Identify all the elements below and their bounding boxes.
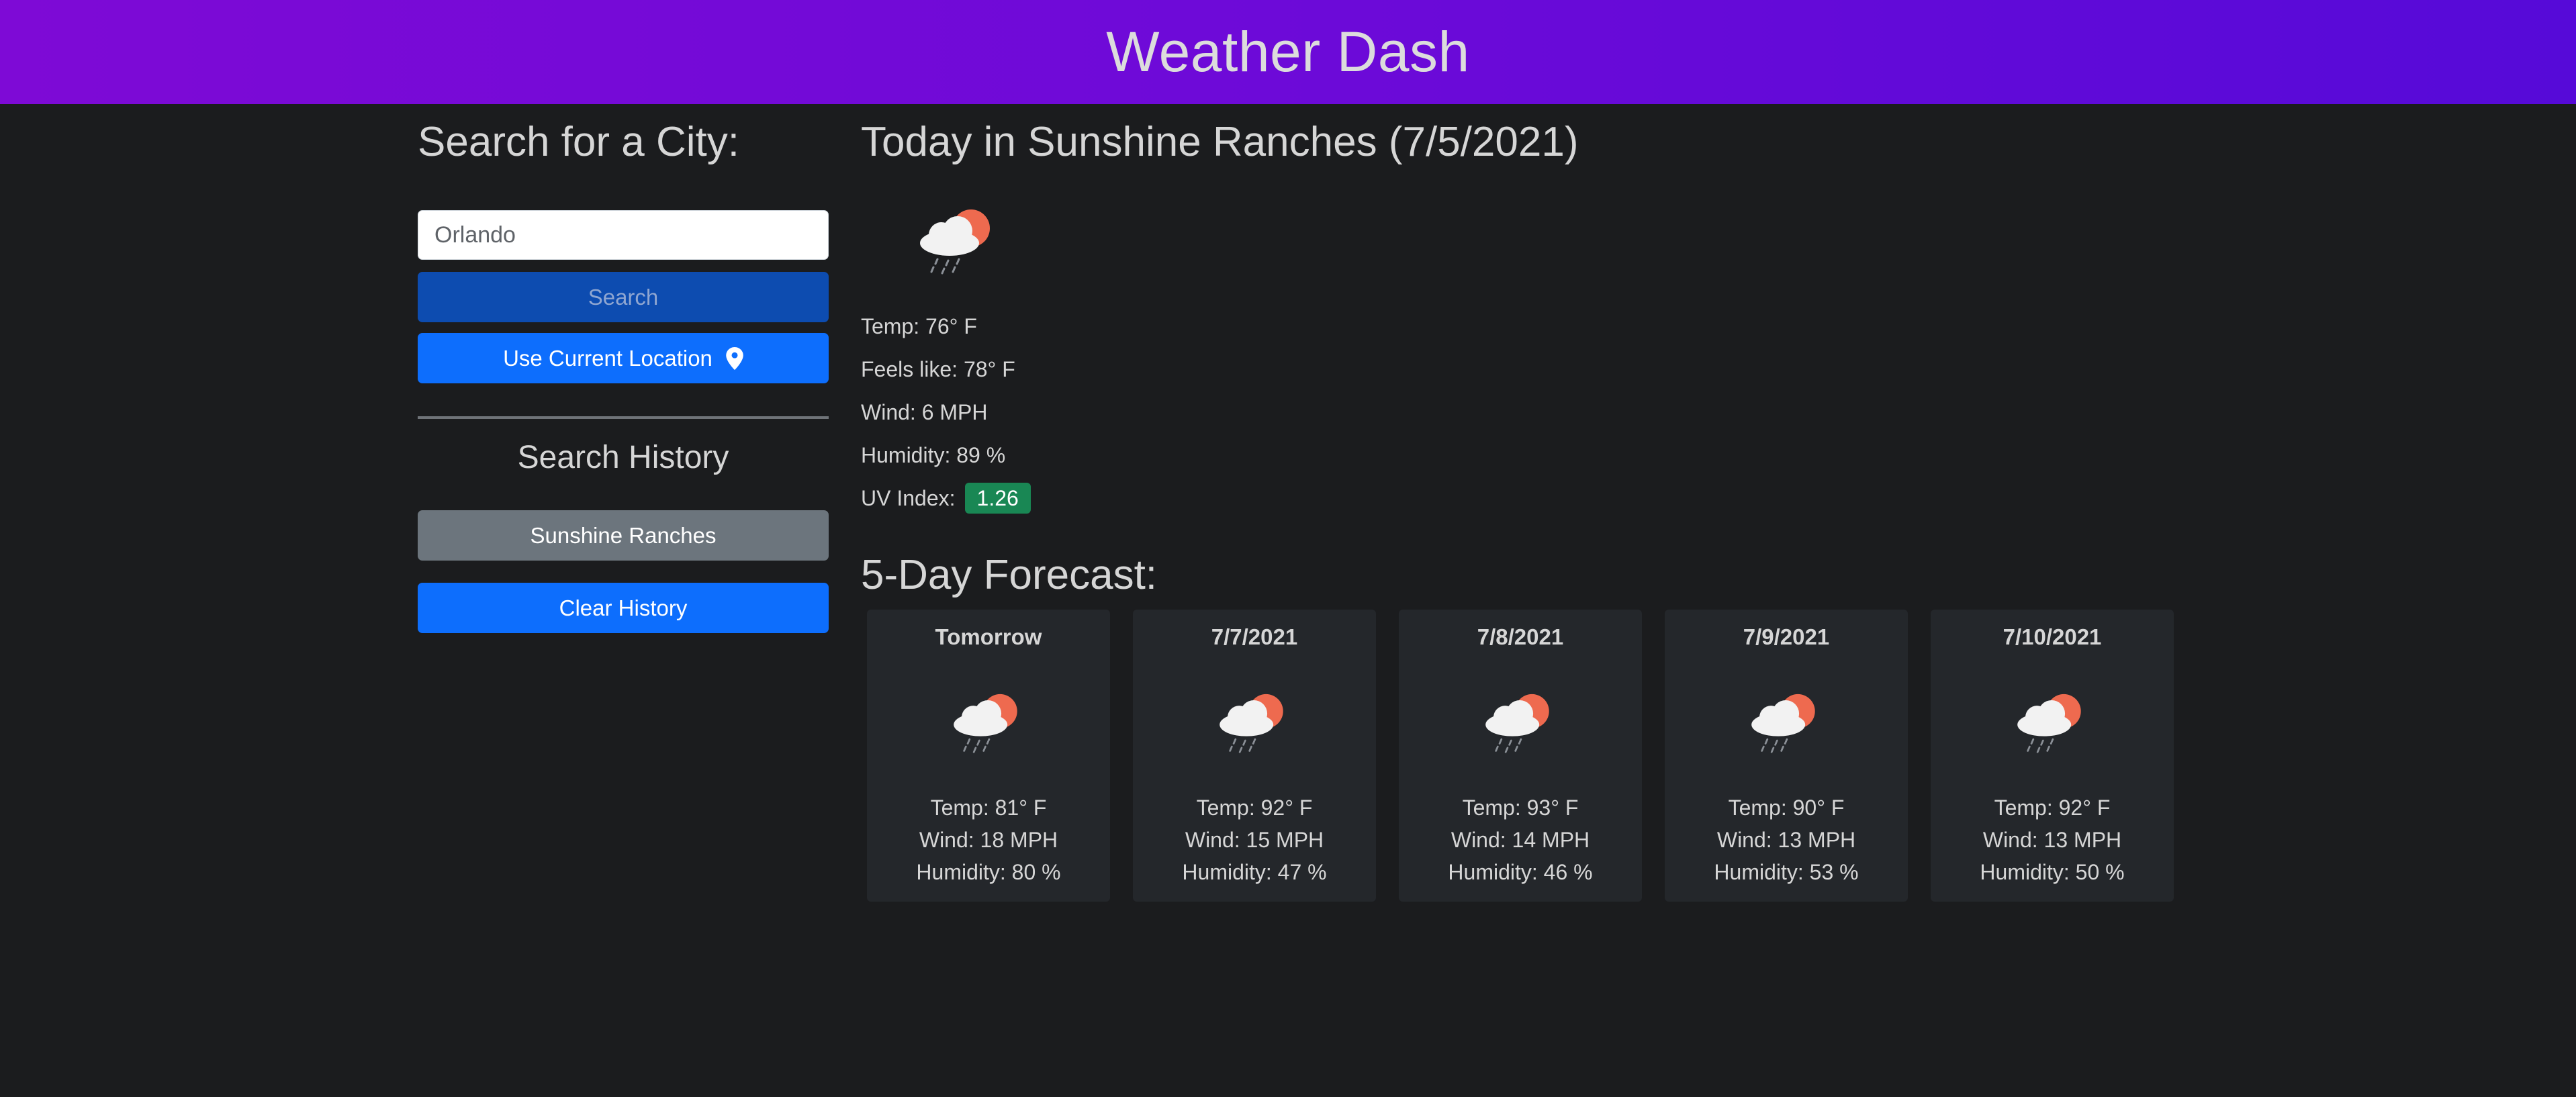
forecast-humidity: Humidity: 47 % <box>1182 860 1327 884</box>
forecast-temp: Temp: 81° F <box>930 796 1047 820</box>
forecast-card: 7/9/2021 Temp: 90° F Wind: 13 MPH Humidi… <box>1665 610 1908 902</box>
clear-history-button[interactable]: Clear History <box>418 583 829 633</box>
app-title: Weather Dash <box>1106 20 1470 83</box>
use-current-location-button[interactable]: Use Current Location <box>418 333 829 383</box>
search-button[interactable]: Search <box>418 272 829 322</box>
forecast-wind: Wind: 13 MPH <box>1982 828 2122 852</box>
forecast-temp: Temp: 92° F <box>1196 796 1313 820</box>
current-temp: Temp: 76° F <box>861 314 977 338</box>
forecast-humidity: Humidity: 80 % <box>916 860 1061 884</box>
forecast-card: Tomorrow Temp: 81° F Wind: 18 MPH Humidi… <box>867 610 1110 902</box>
forecast-card: 7/7/2021 Temp: 92° F Wind: 15 MPH Humidi… <box>1133 610 1376 902</box>
forecast-date: Tomorrow <box>935 624 1042 649</box>
history-item-label: Sunshine Ranches <box>530 522 717 548</box>
rain-cloud-sun-icon <box>2017 694 2081 753</box>
forecast-wind: Wind: 15 MPH <box>1185 828 1324 852</box>
forecast-humidity: Humidity: 50 % <box>1980 860 2125 884</box>
map-pin-icon <box>726 346 743 370</box>
current-humidity: Humidity: 89 % <box>861 443 1006 467</box>
uv-index-label: UV Index: <box>861 486 956 510</box>
rain-cloud-sun-icon <box>1220 694 1283 753</box>
current-weather-panel: Today in Sunshine Ranches (7/5/2021) Tem… <box>861 114 1579 514</box>
uv-index-badge: 1.26 <box>964 483 1031 514</box>
current-uv-index: UV Index: 1.26 <box>861 483 1031 514</box>
current-weather-heading: Today in Sunshine Ranches (7/5/2021) <box>861 119 1579 165</box>
history-item-button[interactable]: Sunshine Ranches <box>418 510 829 561</box>
forecast-temp: Temp: 90° F <box>1728 796 1845 820</box>
rain-cloud-sun-icon <box>1751 694 1815 753</box>
forecast-wind: Wind: 14 MPH <box>1451 828 1590 852</box>
search-heading: Search for a City: <box>418 119 739 165</box>
search-panel: Search for a City: Search Use Current Lo… <box>418 114 829 633</box>
section-divider <box>418 416 829 419</box>
forecast-temp: Temp: 92° F <box>1994 796 2111 820</box>
forecast-date: 7/7/2021 <box>1211 624 1298 649</box>
forecast-date: 7/8/2021 <box>1477 624 1564 649</box>
forecast-humidity: Humidity: 46 % <box>1448 860 1593 884</box>
current-feels-like: Feels like: 78° F <box>861 357 1015 381</box>
rain-cloud-sun-icon <box>1485 694 1549 753</box>
app-header: Weather Dash <box>0 0 2576 104</box>
forecast-date: 7/10/2021 <box>2003 624 2102 649</box>
use-current-location-label: Use Current Location <box>503 345 712 371</box>
city-search-input[interactable] <box>418 210 829 260</box>
forecast-heading: 5-Day Forecast: <box>861 552 1158 598</box>
forecast-card: 7/10/2021 Temp: 92° F Wind: 13 MPH Humid… <box>1931 610 2174 902</box>
forecast-humidity: Humidity: 53 % <box>1714 860 1859 884</box>
forecast-card: 7/8/2021 Temp: 93° F Wind: 14 MPH Humidi… <box>1399 610 1642 902</box>
search-history-heading: Search History <box>517 440 729 475</box>
forecast-wind: Wind: 13 MPH <box>1716 828 1856 852</box>
current-wind: Wind: 6 MPH <box>861 400 988 424</box>
forecast-temp: Temp: 93° F <box>1462 796 1579 820</box>
search-button-label: Search <box>588 284 659 309</box>
rain-cloud-sun-icon <box>954 694 1017 753</box>
forecast-wind: Wind: 18 MPH <box>919 828 1058 852</box>
forecast-date: 7/9/2021 <box>1743 624 1830 649</box>
clear-history-label: Clear History <box>559 595 688 620</box>
rain-cloud-sun-icon <box>920 209 990 275</box>
